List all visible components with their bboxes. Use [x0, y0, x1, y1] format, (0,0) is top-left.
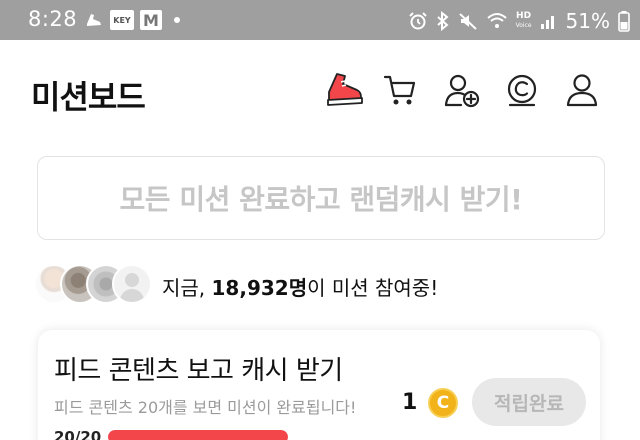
mission-title: 피드 콘텐츠 보고 캐시 받기 — [54, 356, 343, 386]
more-notifications-dot-icon — [174, 17, 180, 23]
progress-fill — [108, 430, 288, 440]
mission-description: 피드 콘텐츠 20개를 보면 미션이 완료됩니다! — [54, 398, 357, 417]
page-title: 미션보드 — [31, 78, 146, 116]
reward-amount: 1 — [402, 390, 418, 415]
claim-complete-button[interactable]: 적립완료 — [472, 378, 586, 426]
signal-icon — [540, 16, 554, 29]
mute-icon — [458, 13, 477, 30]
wifi-icon — [486, 13, 507, 28]
system-icons: HD Voice 51% — [408, 8, 630, 34]
cart-icon[interactable] — [378, 70, 422, 110]
status-time: 8:28 — [28, 7, 78, 31]
add-friend-icon[interactable] — [440, 70, 484, 110]
gmail-icon: M — [140, 10, 162, 30]
bluetooth-icon — [436, 11, 449, 31]
app-header: 미션보드 — [0, 40, 640, 140]
notification-icons: KEY M — [84, 8, 180, 32]
alarm-icon — [408, 12, 427, 30]
status-bar: 8:28 KEY M HD Voice 51% — [0, 0, 640, 40]
key-app-icon: KEY — [110, 10, 134, 30]
profile-icon[interactable] — [560, 70, 604, 110]
cash-icon[interactable] — [500, 70, 544, 110]
battery-percent: 51% — [565, 9, 610, 33]
battery-icon — [618, 11, 630, 32]
participant-count: 18,932명 — [211, 276, 308, 300]
participants-text: 지금, 18,932명이 미션 참여중! — [162, 276, 439, 300]
participants-row: 지금, 18,932명이 미션 참여중! — [34, 264, 614, 306]
progress-bar — [108, 430, 288, 440]
hd-voice-indicator: HD Voice — [515, 11, 532, 30]
banner-text: 모든 미션 완료하고 랜덤캐시 받기! — [119, 183, 523, 216]
sneaker-icon[interactable] — [322, 70, 366, 110]
avatar-placeholder-icon — [112, 264, 152, 304]
mission-card: 피드 콘텐츠 보고 캐시 받기 피드 콘텐츠 20개를 보면 미션이 완료됩니다… — [38, 330, 600, 440]
coin-icon: C — [428, 388, 458, 418]
sneaker-notification-icon — [87, 14, 101, 26]
progress-text: 20/20 — [54, 428, 102, 440]
random-cash-banner[interactable]: 모든 미션 완료하고 랜덤캐시 받기! — [37, 156, 605, 240]
